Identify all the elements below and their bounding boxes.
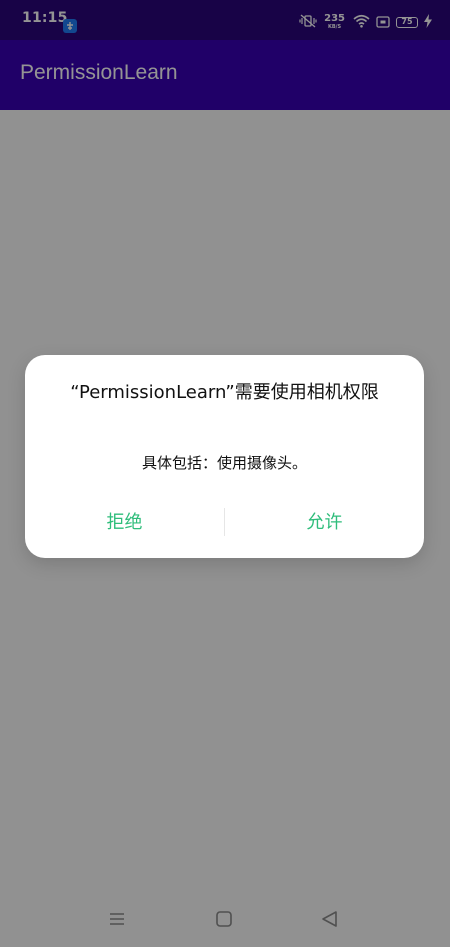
dialog-message: 具体包括：使用摄像头。 (141, 454, 307, 472)
permission-dialog: “PermissionLearn”需要使用相机权限 具体包括：使用摄像头。 拒绝… (25, 355, 424, 558)
screen: 11:15 235 KB/S 75 PermissionLearn “Permi… (0, 0, 450, 947)
allow-button[interactable]: 允许 (225, 498, 424, 544)
deny-button[interactable]: 拒绝 (25, 498, 224, 544)
dialog-title: “PermissionLearn”需要使用相机权限 (70, 382, 379, 403)
